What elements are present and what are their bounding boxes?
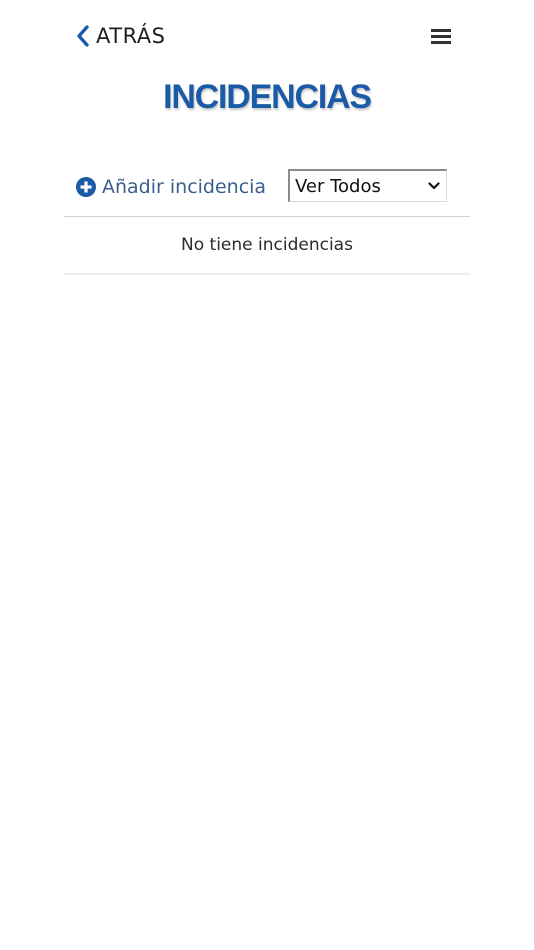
incidents-toolbar: Añadir incidencia Ver Todos [64,166,470,217]
chevron-left-icon [77,25,89,47]
add-incident-button[interactable]: Añadir incidencia [76,176,266,198]
page-title: INCIDENCIAS [163,78,372,116]
chevron-down-icon [428,182,440,190]
filter-select[interactable]: Ver Todos [288,169,447,202]
filter-selected-value: Ver Todos [295,175,381,197]
plus-circle-icon [76,177,96,197]
top-bar: ATRÁS [0,0,534,72]
empty-list-message: No tiene incidencias [64,217,470,275]
empty-list-text: No tiene incidencias [181,235,353,255]
add-incident-label: Añadir incidencia [102,176,267,198]
hamburger-menu-icon[interactable] [429,26,453,46]
back-button[interactable]: ATRÁS [76,22,166,50]
back-label: ATRÁS [96,24,166,48]
